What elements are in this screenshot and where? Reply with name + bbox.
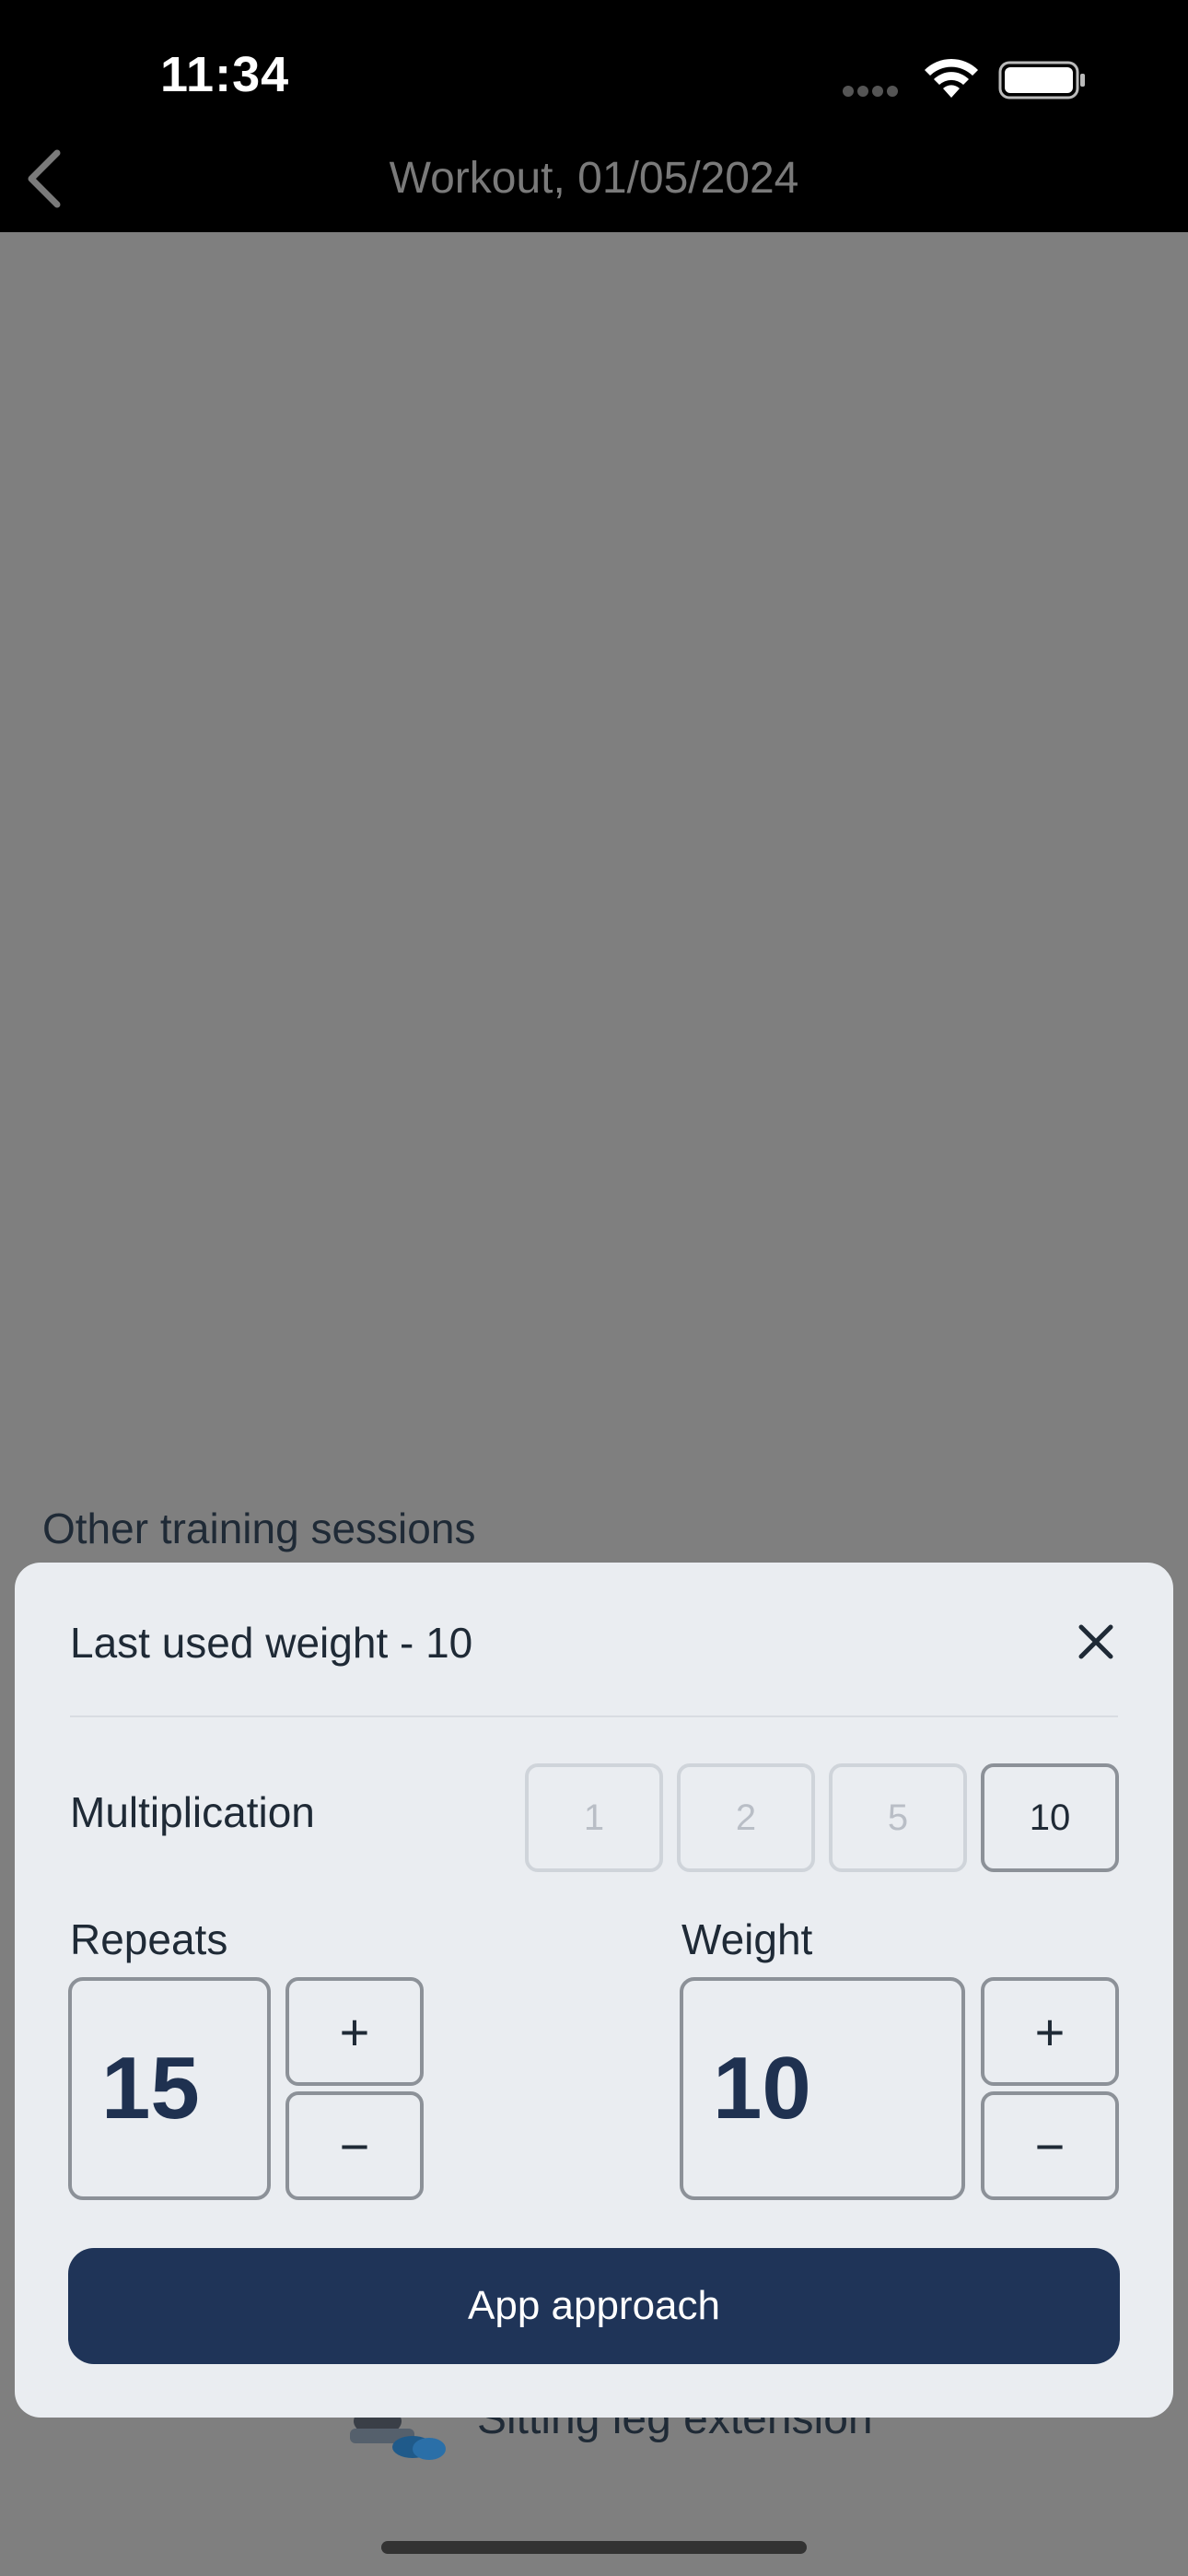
repeats-label: Repeats	[70, 1915, 228, 1963]
page-title: Workout, 01/05/2024	[389, 154, 799, 203]
multiplication-option-1[interactable]: 1	[525, 1763, 663, 1872]
cellular-signal-icon	[843, 85, 903, 98]
wifi-icon	[925, 58, 978, 98]
repeats-increment-button[interactable]: +	[285, 1977, 424, 2086]
multiplication-label: Multiplication	[70, 1788, 315, 1836]
close-icon[interactable]	[1068, 1614, 1124, 1669]
top-bar: 11:34 Workout, 01/05/2024	[0, 0, 1188, 232]
multiplication-option-2[interactable]: 2	[677, 1763, 815, 1872]
repeats-decrement-button[interactable]: −	[285, 2091, 424, 2200]
section-title: Other training sessions	[42, 1505, 476, 1552]
weight-label: Weight	[681, 1915, 813, 1963]
add-approach-button[interactable]: App approach	[68, 2248, 1120, 2364]
home-indicator	[381, 2541, 807, 2554]
weight-increment-button[interactable]: +	[981, 1977, 1119, 2086]
status-time: 11:34	[160, 47, 290, 102]
multiplication-option-5[interactable]: 5	[829, 1763, 967, 1872]
multiplication-option-10[interactable]: 10	[981, 1763, 1119, 1872]
divider	[70, 1715, 1118, 1717]
weight-sheet: Last used weight - 10 Multiplication 1 2…	[15, 1563, 1173, 2418]
battery-icon	[998, 61, 1085, 100]
repeats-value[interactable]: 15	[68, 1977, 271, 2200]
weight-decrement-button[interactable]: −	[981, 2091, 1119, 2200]
sheet-title: Last used weight - 10	[70, 1619, 473, 1667]
weight-value[interactable]: 10	[680, 1977, 965, 2200]
